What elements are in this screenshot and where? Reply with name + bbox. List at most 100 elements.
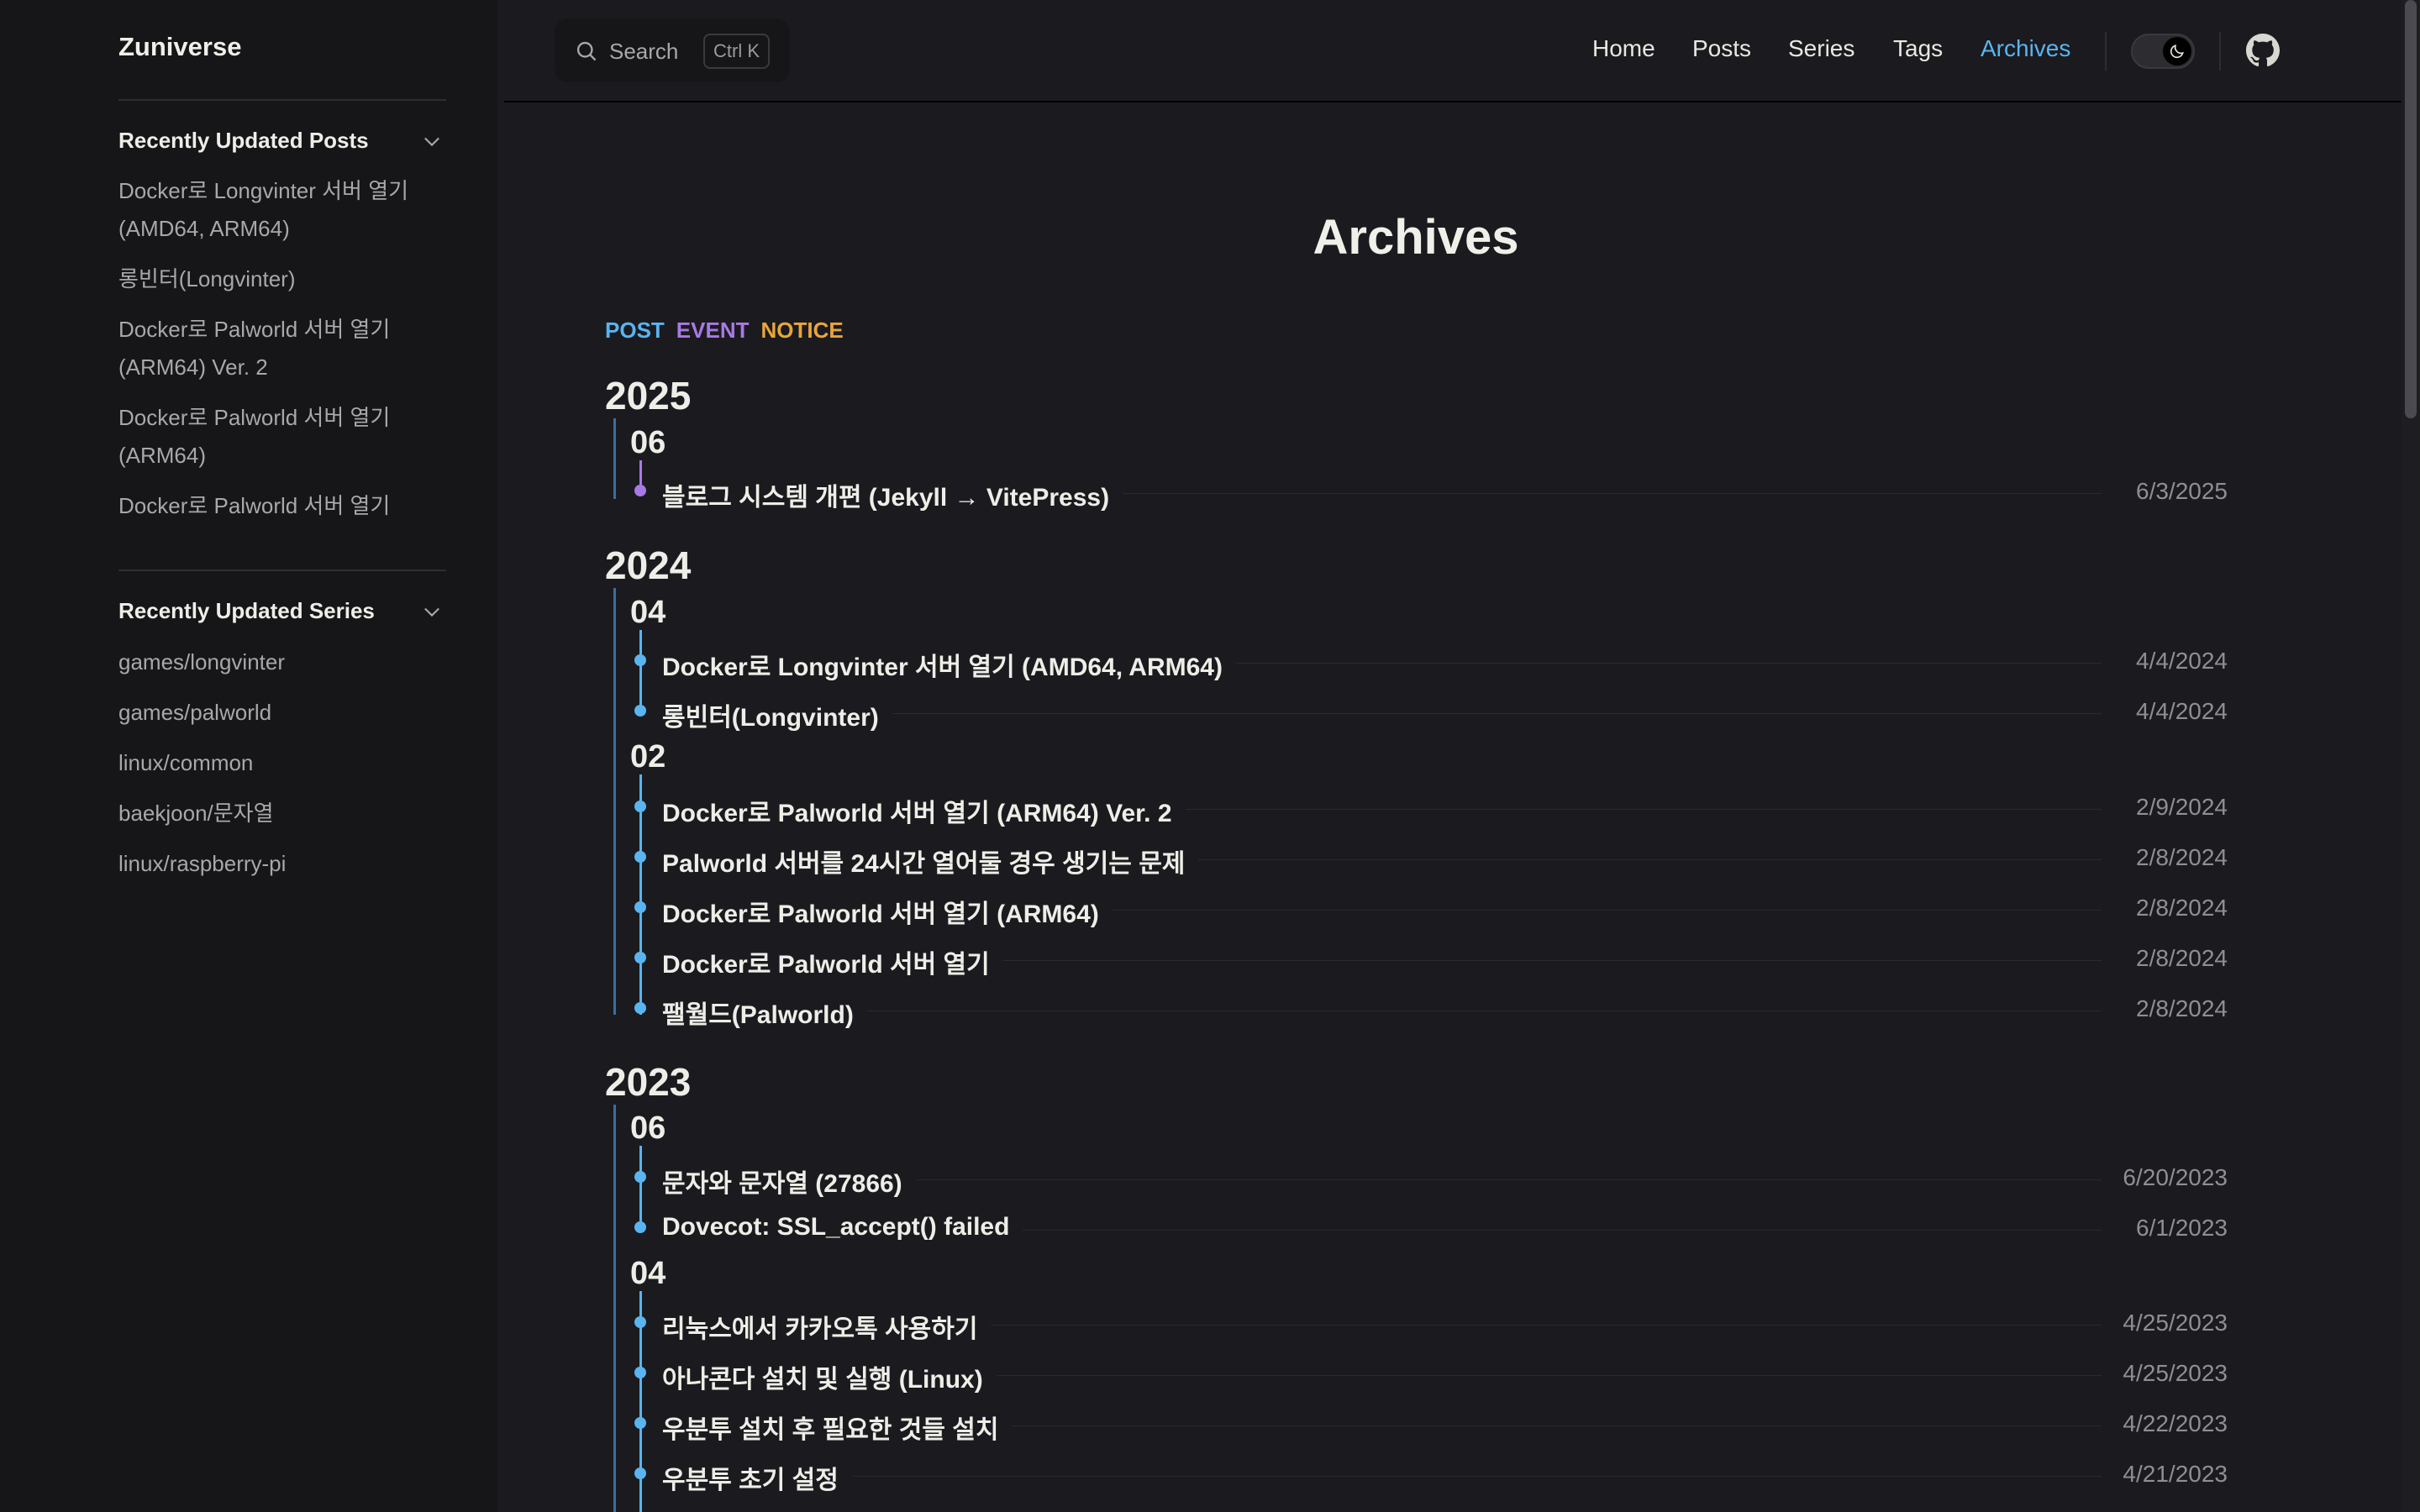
post-row[interactable]: Dovecot: SSL_accept() failed 6/1/2023 <box>634 1208 2228 1248</box>
legend-event[interactable]: EVENT <box>676 318 750 343</box>
header-divider <box>504 101 2403 102</box>
recent-post-item[interactable]: Docker로 Palworld 서버 열기 (ARM64) Ver. 2 <box>118 311 446 386</box>
post-date: 6/1/2023 <box>2123 1215 2228 1242</box>
post-title[interactable]: 문자와 문자열 (27866) <box>662 1163 916 1200</box>
recent-posts-title[interactable]: Recently Updated Posts <box>118 128 369 154</box>
nav-divider <box>2219 32 2221 71</box>
post-title[interactable]: 팰월드(Palworld) <box>662 994 867 1031</box>
year-timeline <box>613 588 616 1015</box>
theme-toggle[interactable] <box>2131 34 2195 69</box>
post-title[interactable]: Docker로 Palworld 서버 열기 (ARM64) Ver. 2 <box>662 792 1186 829</box>
post-date: 6/20/2023 <box>2109 1164 2228 1191</box>
sidebar: Zuniverse Recently Updated Posts Docker로… <box>0 0 497 1512</box>
post-row[interactable]: 우분투 초기 설정 4/21/2023 <box>634 1454 2228 1496</box>
post-row[interactable]: 팰월드(Palworld) 2/8/2024 <box>634 989 2228 1031</box>
event-dot <box>634 485 646 496</box>
post-date: 4/4/2024 <box>2123 698 2228 725</box>
post-title[interactable]: 아나콘다 설치 및 실행 (Linux) <box>662 1358 997 1395</box>
post-row[interactable]: Docker로 Longvinter 서버 열기 (AMD64, ARM64) … <box>634 641 2228 683</box>
post-dot <box>634 1417 646 1429</box>
month-heading: 06 <box>630 1110 666 1146</box>
post-row[interactable]: 리눅스에서 카카오톡 사용하기 4/25/2023 <box>634 1303 2228 1345</box>
post-title[interactable]: Docker로 Longvinter 서버 열기 (AMD64, ARM64) <box>662 646 1236 683</box>
post-title[interactable]: Palworld 서버를 24시간 열어둘 경우 생기는 문제 <box>662 843 1199 879</box>
post-dot <box>634 801 646 812</box>
page-scrollbar[interactable] <box>2402 0 2420 1512</box>
year-timeline <box>613 1105 616 1512</box>
post-title[interactable]: 블로그 시스템 개편 (Jekyll → VitePress) <box>662 476 1123 513</box>
year-heading: 2025 <box>605 374 692 417</box>
post-dot <box>634 1221 646 1233</box>
nav-posts[interactable]: Posts <box>1692 35 1751 62</box>
year-timeline <box>613 418 616 499</box>
post-date: 4/25/2023 <box>2109 1360 2228 1387</box>
moon-icon <box>2170 45 2184 59</box>
nav-home[interactable]: Home <box>1592 35 1655 62</box>
post-row[interactable]: Docker로 Palworld 서버 열기 2/8/2024 <box>634 938 2228 980</box>
post-row[interactable]: 아나콘다 설치 및 실행 (Linux) 4/25/2023 <box>634 1353 2228 1395</box>
post-date: 2/8/2024 <box>2123 895 2228 921</box>
post-title[interactable]: 리눅스에서 카카오톡 사용하기 <box>662 1308 992 1345</box>
toggle-knob <box>2163 37 2191 66</box>
post-title[interactable]: 롱빈터(Longvinter) <box>662 696 892 733</box>
recent-post-item[interactable]: Docker로 Palworld 서버 열기 <box>118 487 446 525</box>
post-date: 4/21/2023 <box>2109 1461 2228 1488</box>
search-icon <box>576 41 597 61</box>
chevron-down-icon[interactable] <box>420 129 444 153</box>
recent-series-item[interactable]: linux/common <box>118 744 446 782</box>
post-dot <box>634 1171 646 1183</box>
post-title[interactable]: 우분투 초기 설정 <box>662 1459 852 1496</box>
recent-post-item[interactable]: Docker로 Longvinter 서버 열기 (AMD64, ARM64) <box>118 172 446 248</box>
post-row[interactable]: 롱빈터(Longvinter) 4/4/2024 <box>634 691 2228 733</box>
scrollbar-thumb[interactable] <box>2405 0 2417 418</box>
year-heading: 2024 <box>605 543 692 587</box>
recent-post-item[interactable]: 롱빈터(Longvinter) <box>118 260 446 298</box>
post-date: 2/8/2024 <box>2123 995 2228 1022</box>
post-date: 4/25/2023 <box>2109 1310 2228 1336</box>
post-row[interactable]: 우분투 설치 후 필요한 것들 설치 4/22/2023 <box>634 1404 2228 1446</box>
row-leader <box>668 1476 2102 1477</box>
month-heading: 04 <box>630 595 666 630</box>
search-button[interactable]: Search Ctrl K <box>555 18 790 82</box>
post-row[interactable]: Docker로 Palworld 서버 열기 (ARM64) 2/8/2024 <box>634 888 2228 930</box>
post-dot <box>634 1367 646 1378</box>
post-dot <box>634 1316 646 1328</box>
post-date: 2/9/2024 <box>2123 794 2228 821</box>
post-row[interactable]: 블로그 시스템 개편 (Jekyll → VitePress) 6/3/2025 <box>634 471 2228 513</box>
github-icon[interactable] <box>2246 34 2280 67</box>
nav-divider <box>2105 32 2107 71</box>
site-brand[interactable]: Zuniverse <box>118 32 241 62</box>
post-dot <box>634 1467 646 1479</box>
post-date: 4/4/2024 <box>2123 648 2228 675</box>
page-title: Archives <box>1313 209 1519 265</box>
year-heading: 2023 <box>605 1060 692 1104</box>
month-heading: 06 <box>630 425 666 460</box>
recent-post-item[interactable]: Docker로 Palworld 서버 열기 (ARM64) <box>118 399 446 475</box>
recent-series-item[interactable]: linux/raspberry-pi <box>118 845 446 883</box>
post-row[interactable]: Docker로 Palworld 서버 열기 (ARM64) Ver. 2 2/… <box>634 787 2228 829</box>
recent-series-item[interactable]: games/palworld <box>118 694 446 732</box>
post-row[interactable]: 문자와 문자열 (27866) 6/20/2023 <box>634 1158 2228 1200</box>
post-dot <box>634 705 646 717</box>
legend-post[interactable]: POST <box>605 318 665 343</box>
post-row[interactable]: Palworld 서버를 24시간 열어둘 경우 생기는 문제 2/8/2024 <box>634 837 2228 879</box>
chevron-down-icon[interactable] <box>420 600 444 623</box>
post-date: 4/22/2023 <box>2109 1410 2228 1437</box>
post-dot <box>634 952 646 963</box>
recent-series-title[interactable]: Recently Updated Series <box>118 598 375 624</box>
nav-archives[interactable]: Archives <box>1981 35 2070 62</box>
nav-series[interactable]: Series <box>1788 35 1854 62</box>
legend-notice[interactable]: NOTICE <box>760 318 843 343</box>
post-title[interactable]: Dovecot: SSL_accept() failed <box>662 1213 1023 1242</box>
sidebar-divider <box>118 99 446 101</box>
post-dot <box>634 654 646 666</box>
post-title[interactable]: 우분투 설치 후 필요한 것들 설치 <box>662 1409 1013 1446</box>
post-title[interactable]: Docker로 Palworld 서버 열기 (ARM64) <box>662 893 1113 930</box>
post-title[interactable]: Docker로 Palworld 서버 열기 <box>662 943 1003 980</box>
nav-tags[interactable]: Tags <box>1893 35 1943 62</box>
recent-series-item[interactable]: games/longvinter <box>118 643 446 681</box>
recent-series-item[interactable]: baekjoon/문자열 <box>118 795 446 832</box>
post-dot <box>634 901 646 913</box>
month-heading: 02 <box>630 739 666 774</box>
type-legend: POST EVENT NOTICE <box>605 318 855 344</box>
